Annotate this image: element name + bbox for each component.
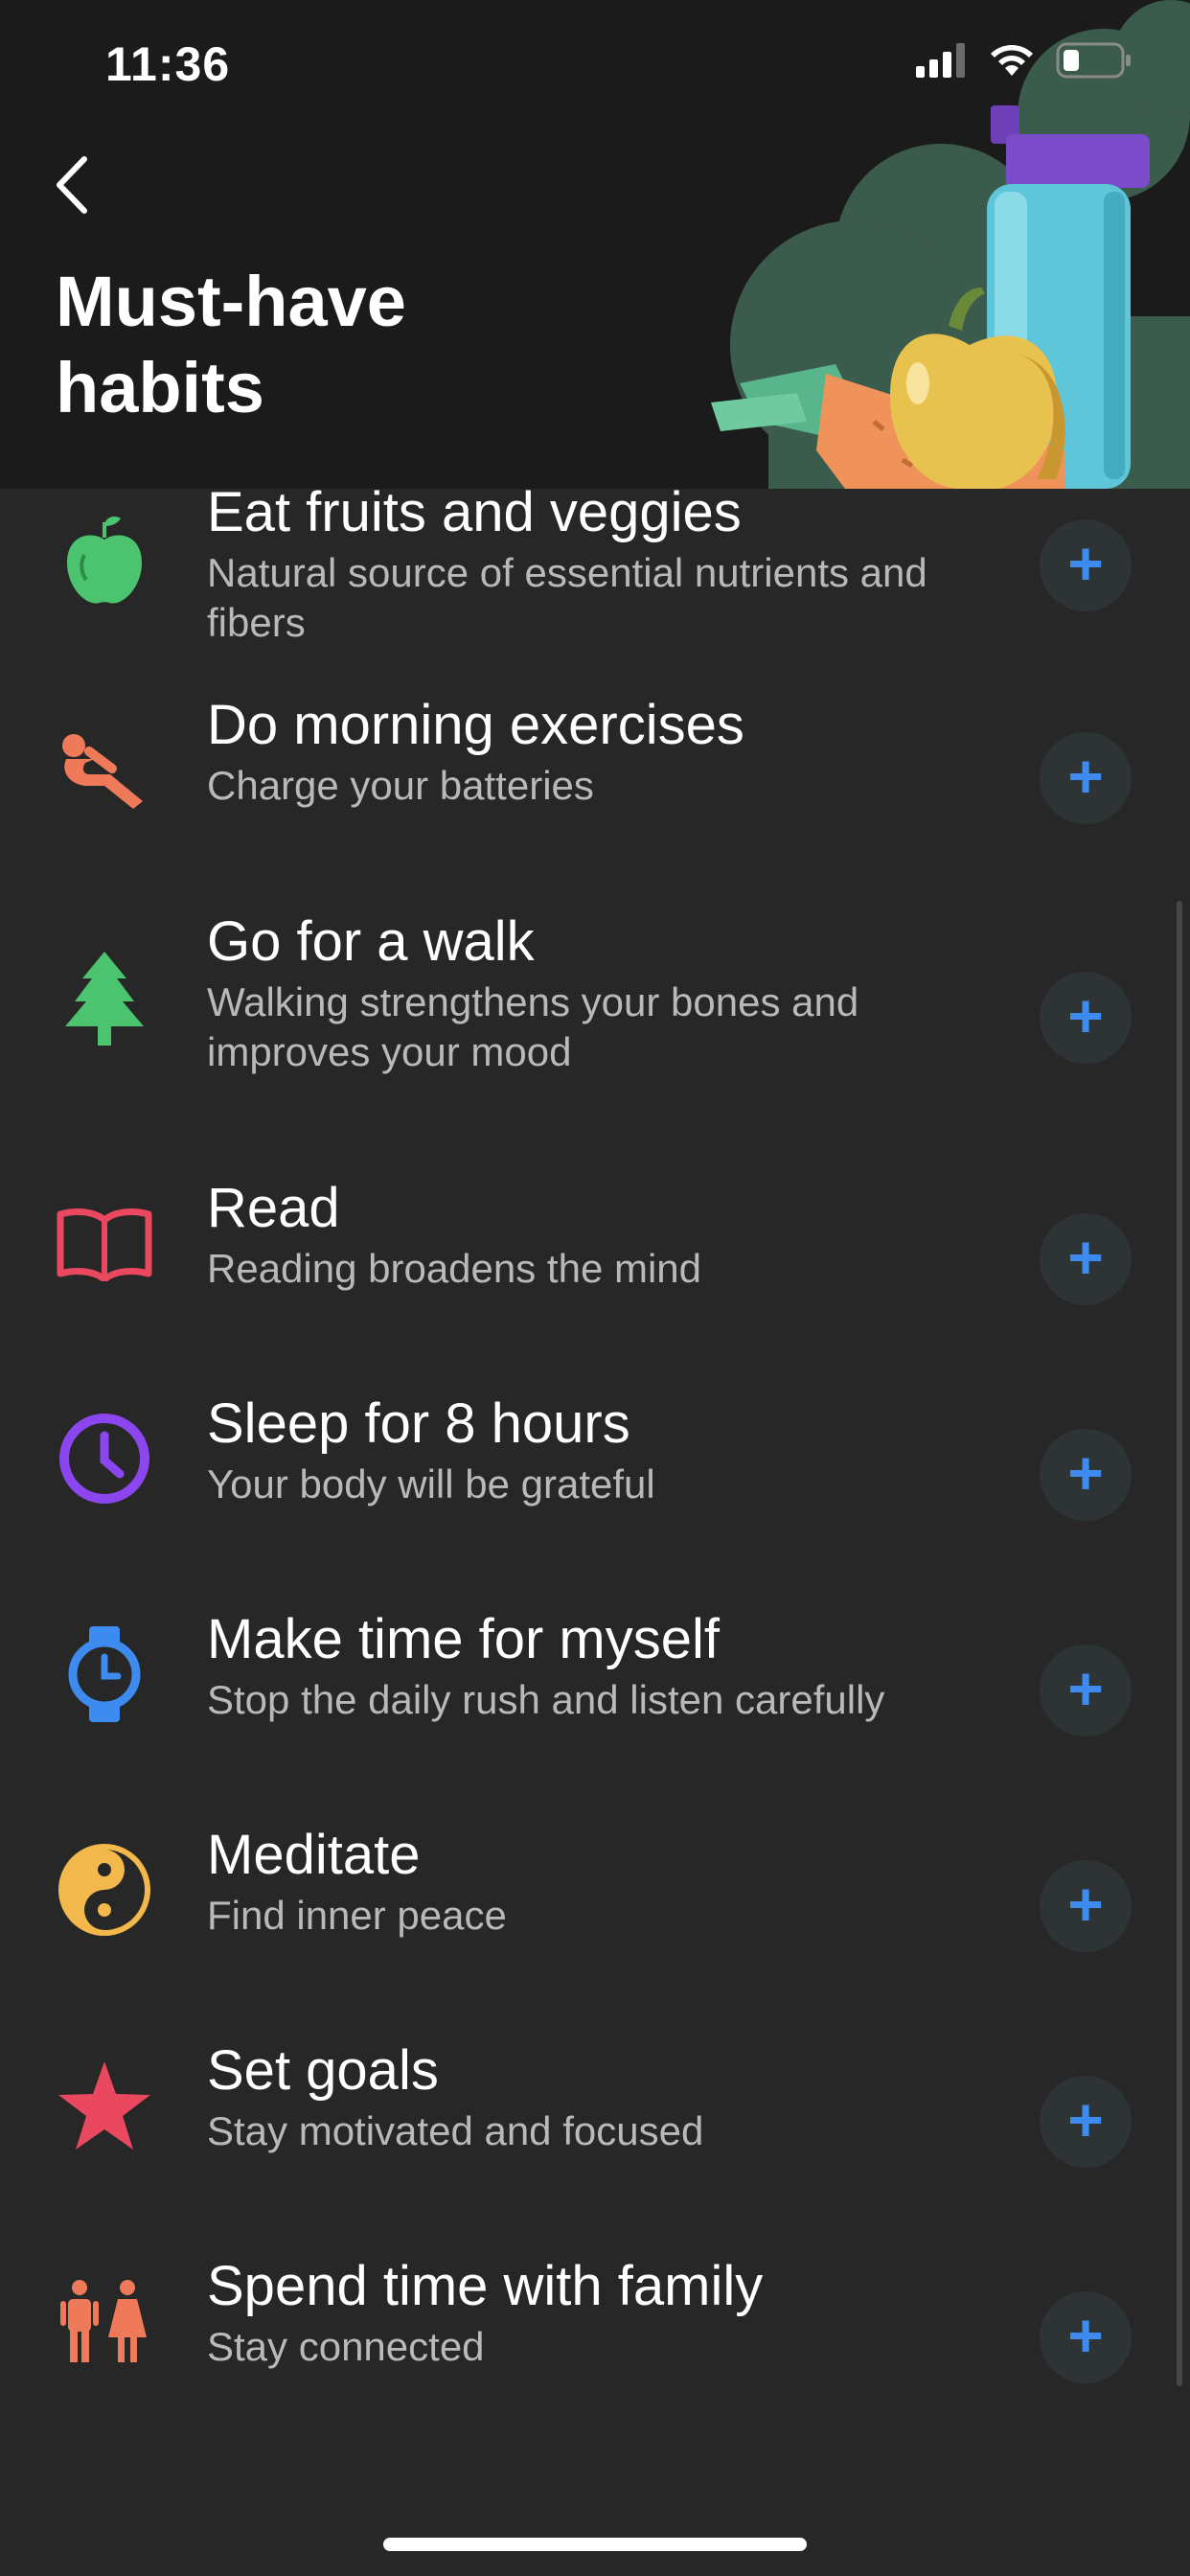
habit-subtitle: Stay connected (207, 2324, 485, 2369)
add-habit-button[interactable]: + (1040, 519, 1132, 611)
screen: Eat fruits and veggies Natural source of… (0, 0, 1190, 2576)
watch-icon (52, 1622, 157, 1727)
add-habit-button[interactable]: + (1040, 1644, 1132, 1736)
wifi-icon (991, 45, 1033, 76)
list-item[interactable]: Do morning exercises Charge your batteri… (0, 692, 1190, 903)
battery-icon (1056, 42, 1131, 79)
tree-icon (52, 947, 157, 1052)
home-indicator[interactable] (383, 2538, 807, 2551)
habit-title: Go for a walk (207, 910, 535, 973)
chevron-left-icon (57, 156, 87, 214)
habit-text: Eat fruits and veggies Natural source of… (207, 479, 993, 648)
add-habit-button[interactable]: + (1040, 1860, 1132, 1952)
habit-text: Spend time with family Stay connected (207, 2253, 993, 2372)
plus-icon: + (1067, 1654, 1104, 1723)
situp-icon (52, 721, 157, 826)
plus-icon: + (1067, 1438, 1104, 1507)
header: 11:36 Must-have habits (0, 0, 1190, 489)
status-icons (916, 42, 1133, 79)
habit-subtitle: Natural source of essential nutrients an… (207, 550, 927, 645)
list-item[interactable]: Spend time with family Stay connected + (0, 2253, 1190, 2464)
habit-text: Make time for myself Stop the daily rush… (207, 1606, 993, 1725)
habit-subtitle: Stop the daily rush and listen carefully (207, 1677, 885, 1722)
habit-subtitle: Walking strengthens your bones and impro… (207, 979, 859, 1074)
habit-subtitle: Find inner peace (207, 1893, 507, 1938)
plus-icon: + (1067, 529, 1104, 598)
yin-yang-icon (52, 1837, 157, 1943)
plus-icon: + (1067, 981, 1104, 1050)
habit-title: Sleep for 8 hours (207, 1392, 630, 1455)
signal-icon (916, 43, 965, 78)
list-item[interactable]: Read Reading broadens the mind + (0, 1175, 1190, 1386)
book-icon (52, 1190, 157, 1296)
habit-title: Do morning exercises (207, 694, 744, 756)
habit-title: Eat fruits and veggies (207, 481, 742, 543)
add-habit-button[interactable]: + (1040, 1213, 1132, 1305)
family-icon (52, 2268, 157, 2374)
plus-icon: + (1067, 742, 1104, 811)
habit-subtitle: Stay motivated and focused (207, 2108, 704, 2153)
habit-title: Set goals (207, 2039, 439, 2102)
list-item[interactable]: Meditate Find inner peace + (0, 1822, 1190, 2033)
add-habit-button[interactable]: + (1040, 2076, 1132, 2168)
plus-icon: + (1067, 1223, 1104, 1292)
status-time: 11:36 (105, 37, 231, 91)
habit-subtitle: Reading broadens the mind (207, 1246, 702, 1291)
plus-icon: + (1067, 2085, 1104, 2154)
add-habit-button[interactable]: + (1040, 732, 1132, 824)
habit-subtitle: Your body will be grateful (207, 1461, 655, 1506)
habit-text: Sleep for 8 hours Your body will be grat… (207, 1391, 993, 1509)
habit-title: Make time for myself (207, 1608, 720, 1670)
habit-title: Meditate (207, 1824, 421, 1886)
habit-text: Set goals Stay motivated and focused (207, 2037, 993, 2156)
habit-text: Read Reading broadens the mind (207, 1175, 993, 1294)
habit-title: Read (207, 1177, 340, 1239)
add-habit-button[interactable]: + (1040, 972, 1132, 1064)
habit-text: Go for a walk Walking strengthens your b… (207, 908, 993, 1077)
plus-icon: + (1067, 2301, 1104, 2370)
star-icon (52, 2053, 157, 2158)
habit-text: Do morning exercises Charge your batteri… (207, 692, 993, 811)
list-item[interactable]: Set goals Stay motivated and focused + (0, 2037, 1190, 2248)
list-item[interactable]: Make time for myself Stop the daily rush… (0, 1606, 1190, 1817)
list-item[interactable]: Sleep for 8 hours Your body will be grat… (0, 1391, 1190, 1601)
list-item[interactable]: Go for a walk Walking strengthens your b… (0, 908, 1190, 1119)
apple-icon (52, 508, 157, 613)
back-button[interactable] (50, 153, 107, 220)
add-habit-button[interactable]: + (1040, 1429, 1132, 1521)
clock-icon (52, 1406, 157, 1511)
add-habit-button[interactable]: + (1040, 2291, 1132, 2383)
page-title: Must-have habits (56, 262, 406, 427)
habit-title: Spend time with family (207, 2255, 764, 2317)
habit-subtitle: Charge your batteries (207, 763, 594, 808)
plus-icon: + (1067, 1870, 1104, 1939)
scrollbar[interactable] (1177, 901, 1182, 2386)
habit-text: Meditate Find inner peace (207, 1822, 993, 1941)
